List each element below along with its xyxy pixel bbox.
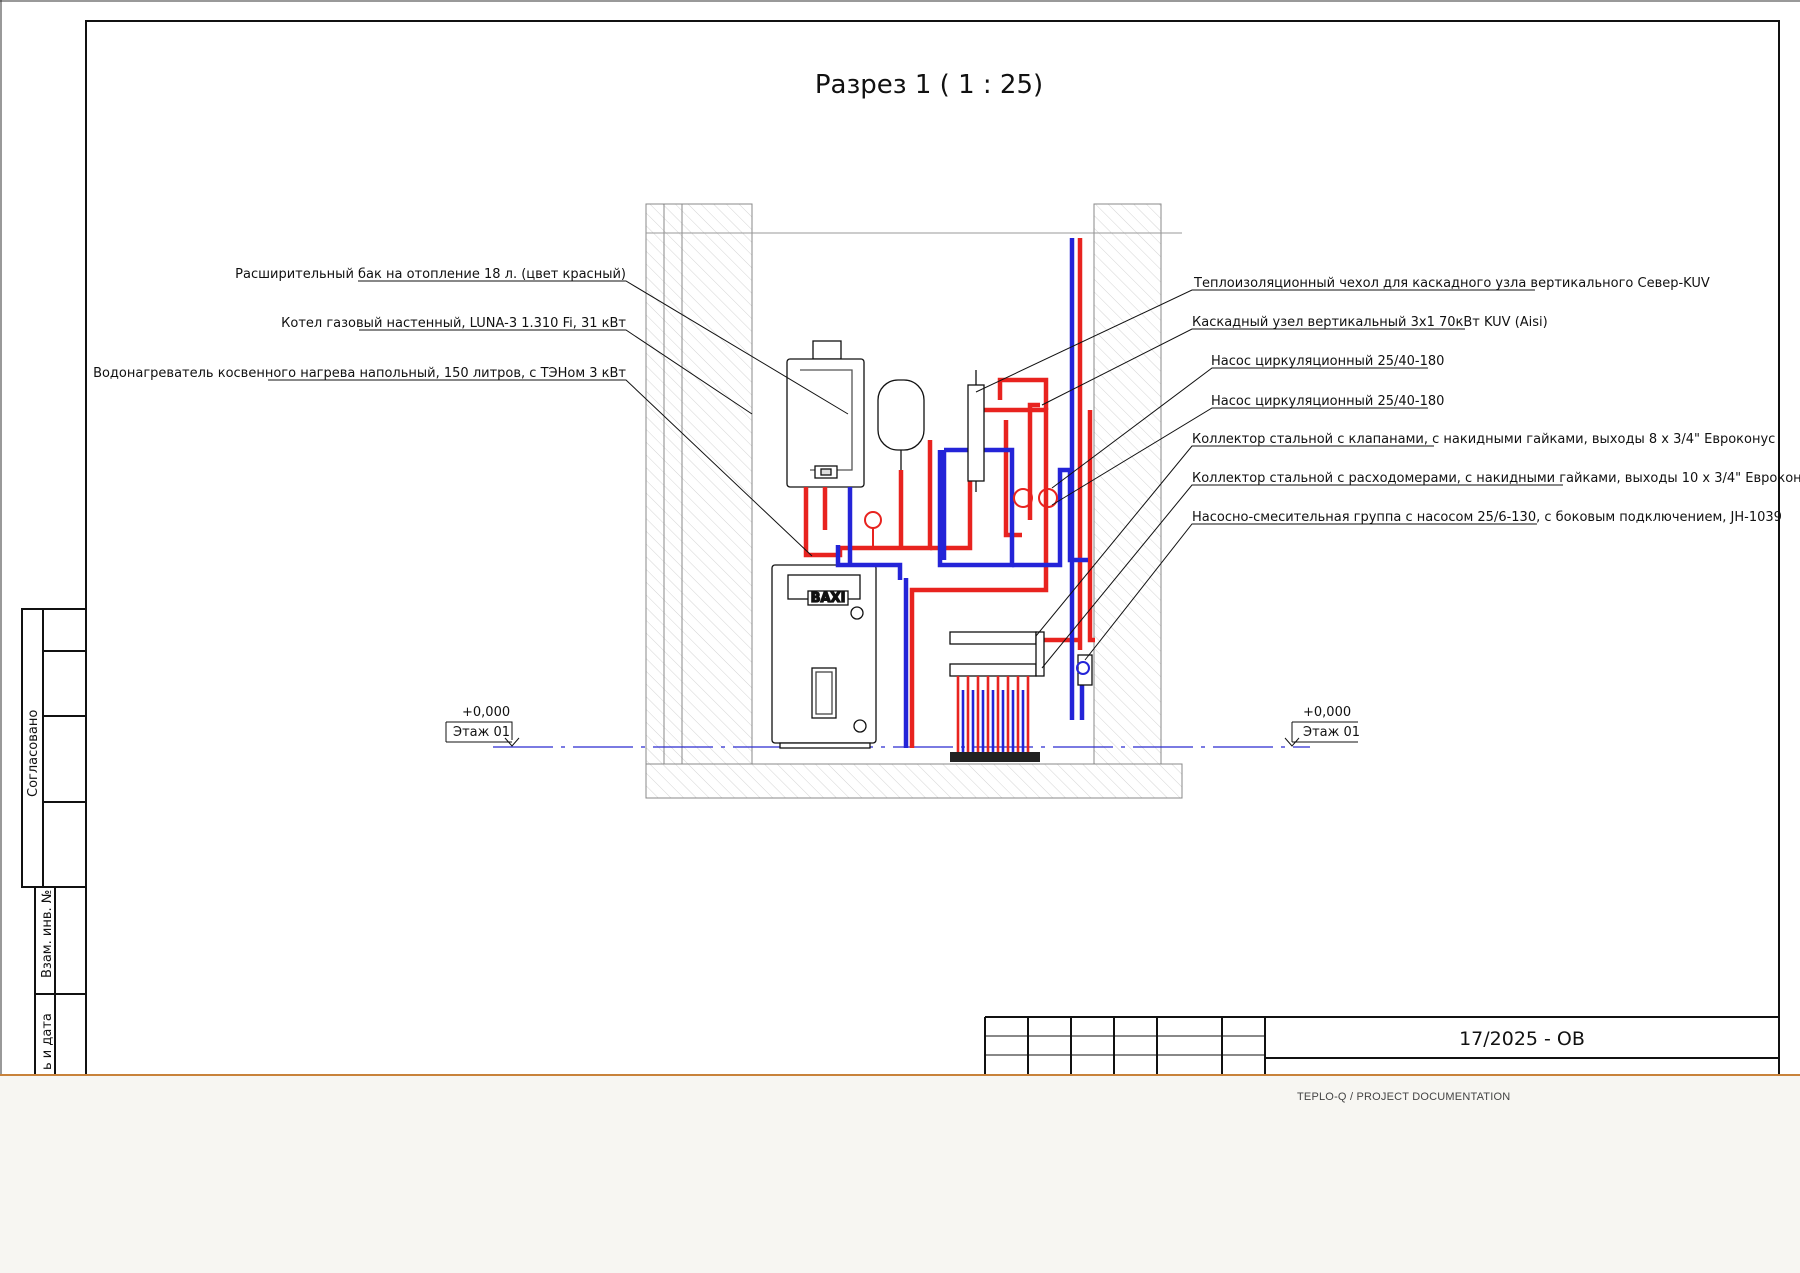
right-wall: [1093, 203, 1162, 765]
mixing-group: [1076, 654, 1093, 686]
footer-accent-line: [0, 1074, 1800, 1076]
title-block: [984, 1016, 1779, 1074]
water-heater: BAXI: [771, 564, 877, 749]
cascade-unit: [967, 370, 985, 492]
replace-inv-label: Взам. инв. №: [40, 890, 55, 978]
heater-brand: BAXI: [811, 591, 846, 606]
sign-date-label: ь и дата: [40, 1013, 55, 1070]
callout-manifold-flowmeters: Коллектор стальной с расходомерами, с на…: [1192, 471, 1800, 486]
section-drawing: Согласовано Взам. инв. № ь и дата Разрез…: [0, 0, 1800, 1074]
drawing-sheet: Согласовано Взам. инв. № ь и дата Разрез…: [0, 0, 1800, 1074]
floor-slab: [645, 763, 1183, 799]
level-left-floor: Этаж 01: [453, 725, 510, 740]
pressure-gauge: [864, 511, 882, 548]
callout-expansion-tank: Расширительный бак на отопление 18 л. (ц…: [235, 267, 626, 282]
callout-gas-boiler: Котел газовый настенный, LUNA-3 1.310 Fi…: [281, 316, 626, 331]
callout-manifold-valves: Коллектор стальной с клапанами, с накидн…: [1192, 432, 1775, 447]
footer-label: TEPLO-Q / PROJECT DOCUMENTATION: [1297, 1091, 1511, 1103]
callout-water-heater: Водонагреватель косвенного нагрева напол…: [93, 366, 626, 381]
callout-pump-2: Насос циркуляционный 25/40-180: [1211, 394, 1444, 409]
level-right-mark: +0,000: [1303, 705, 1351, 720]
callout-pump-1: Насос циркуляционный 25/40-180: [1211, 354, 1444, 369]
floor-manifold: [949, 631, 1045, 762]
callout-cascade-unit: Каскадный узел вертикальный 3х1 70кВт KU…: [1192, 315, 1548, 330]
agreed-label: Согласовано: [26, 710, 41, 797]
circulation-pumps: [1013, 488, 1058, 508]
gas-boiler: [786, 340, 865, 488]
callout-insulation-cover: Теплоизоляционный чехол для каскадного у…: [1193, 276, 1710, 291]
side-stamp: [21, 608, 87, 1074]
document-number: 17/2025 - ОВ: [1459, 1028, 1585, 1050]
level-left-mark: +0,000: [462, 705, 510, 720]
callout-mixing-group: Насосно-смесительная группа с насосом 25…: [1192, 510, 1782, 525]
expansion-tank: [877, 379, 925, 470]
drawing-title: Разрез 1 ( 1 : 25): [815, 70, 1043, 100]
level-right-floor: Этаж 01: [1303, 725, 1360, 740]
